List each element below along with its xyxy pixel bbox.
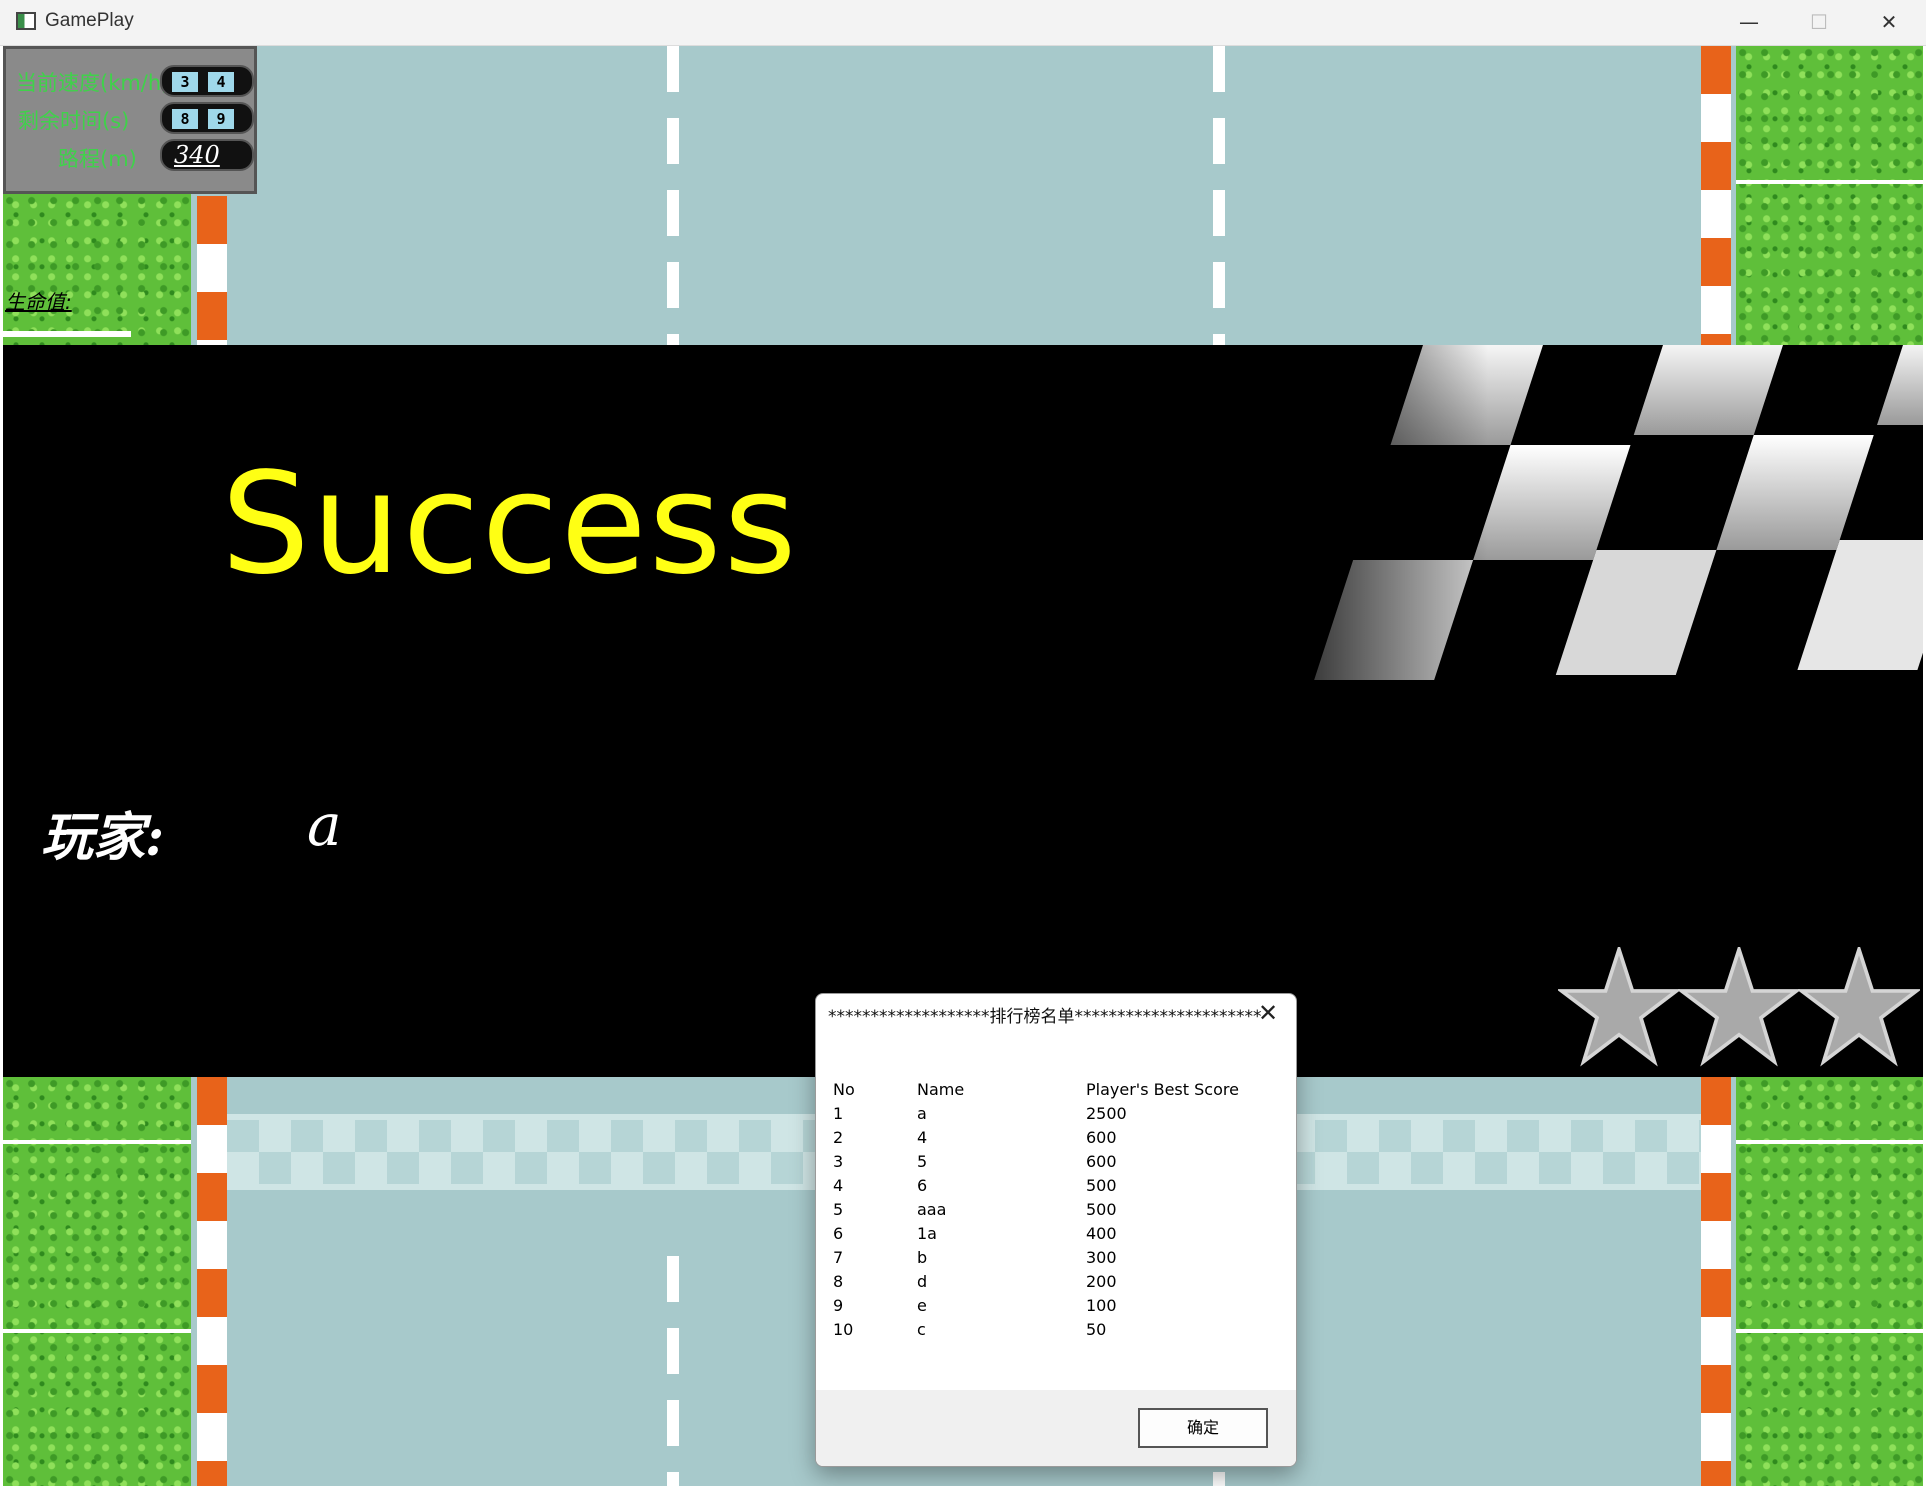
time-label: 剩余时间(s) [18,109,130,133]
speed-digit: 4 [208,72,234,92]
row-no: 9 [833,1296,844,1315]
lane-marking [667,1256,679,1486]
row-no: 6 [833,1224,844,1243]
row-name: 1a [917,1224,937,1243]
row-no: 5 [833,1200,844,1219]
star-icon [1798,947,1920,1067]
maximize-button[interactable]: ☐ [1784,0,1854,45]
grass-divider [1736,180,1923,184]
row-score: 100 [1086,1296,1117,1315]
success-text: Success [221,443,799,606]
curb-right-top [1701,46,1731,345]
star-icon [1678,947,1800,1067]
row-name: 5 [917,1152,928,1171]
row-no: 8 [833,1272,844,1291]
window-title: GamePlay [45,10,134,31]
star-icon [1558,947,1680,1067]
lane-marking [667,46,679,345]
row-no: 7 [833,1248,844,1267]
row-score: 200 [1086,1272,1117,1291]
header-score: Player's Best Score [1086,1080,1239,1099]
row-score: 600 [1086,1128,1117,1147]
checkered-flag-image [1243,345,1923,705]
window-titlebar: GamePlay — ☐ ✕ [0,0,1926,46]
life-label: 生命值: [5,290,72,314]
close-window-button[interactable]: ✕ [1854,0,1924,45]
grass-left-bottom [3,1077,191,1486]
hud-panel: 当前速度(km/h) 3 4 剩余时间(s) 8 9 路程(m) 340 [3,46,257,194]
grass-divider [3,1329,191,1333]
grass-left-top [3,194,191,345]
row-name: aaa [917,1200,947,1219]
grass-divider [3,1140,191,1144]
row-score: 500 [1086,1176,1117,1195]
time-display: 8 9 [160,102,254,134]
curb-left-bottom [197,1077,227,1486]
player-name: a [307,791,342,859]
speed-label: 当前速度(km/h) [16,71,170,95]
row-no: 2 [833,1128,844,1147]
row-no: 3 [833,1152,844,1171]
row-name: b [917,1248,928,1267]
life-bar [3,331,131,337]
row-score: 50 [1086,1320,1107,1339]
row-no: 4 [833,1176,844,1195]
grass-divider [1736,1140,1923,1144]
row-name: 4 [917,1128,928,1147]
success-banner: Success 玩家: a [3,345,1923,1077]
grass-right-top [1736,46,1923,345]
grass-divider [1736,1329,1923,1333]
dialog-close-button[interactable]: ✕ [1250,998,1286,1028]
lane-marking [1213,46,1225,345]
distance-label: 路程(m) [58,147,137,171]
time-digit: 8 [172,109,198,129]
app-icon [16,12,36,30]
row-score: 600 [1086,1152,1117,1171]
ok-button[interactable]: 确定 [1138,1408,1268,1448]
minimize-button[interactable]: — [1714,0,1784,45]
row-score: 500 [1086,1200,1117,1219]
header-name: Name [917,1080,965,1099]
player-label: 玩家: [41,807,165,868]
header-no: No [833,1080,855,1099]
curb-right-bottom [1701,1077,1731,1486]
speed-digit: 3 [172,72,198,92]
row-score: 400 [1086,1224,1117,1243]
distance-display: 340 [160,139,254,171]
row-score: 2500 [1086,1104,1127,1123]
row-name: c [917,1320,926,1339]
row-no: 10 [833,1320,854,1339]
leaderboard-dialog: *******************排行榜名单****************… [815,993,1297,1467]
row-name: d [917,1272,928,1291]
speed-display: 3 4 [160,65,254,97]
dialog-title: *******************排行榜名单****************… [828,1007,1262,1027]
row-no: 1 [833,1104,844,1123]
row-name: a [917,1104,927,1123]
row-name: 6 [917,1176,928,1195]
grass-right-bottom [1736,1077,1923,1486]
distance-value: 340 [174,141,220,169]
time-digit: 9 [208,109,234,129]
row-name: e [917,1296,927,1315]
curb-left-top [197,196,227,345]
row-score: 300 [1086,1248,1117,1267]
dialog-footer: 确定 [816,1390,1296,1466]
